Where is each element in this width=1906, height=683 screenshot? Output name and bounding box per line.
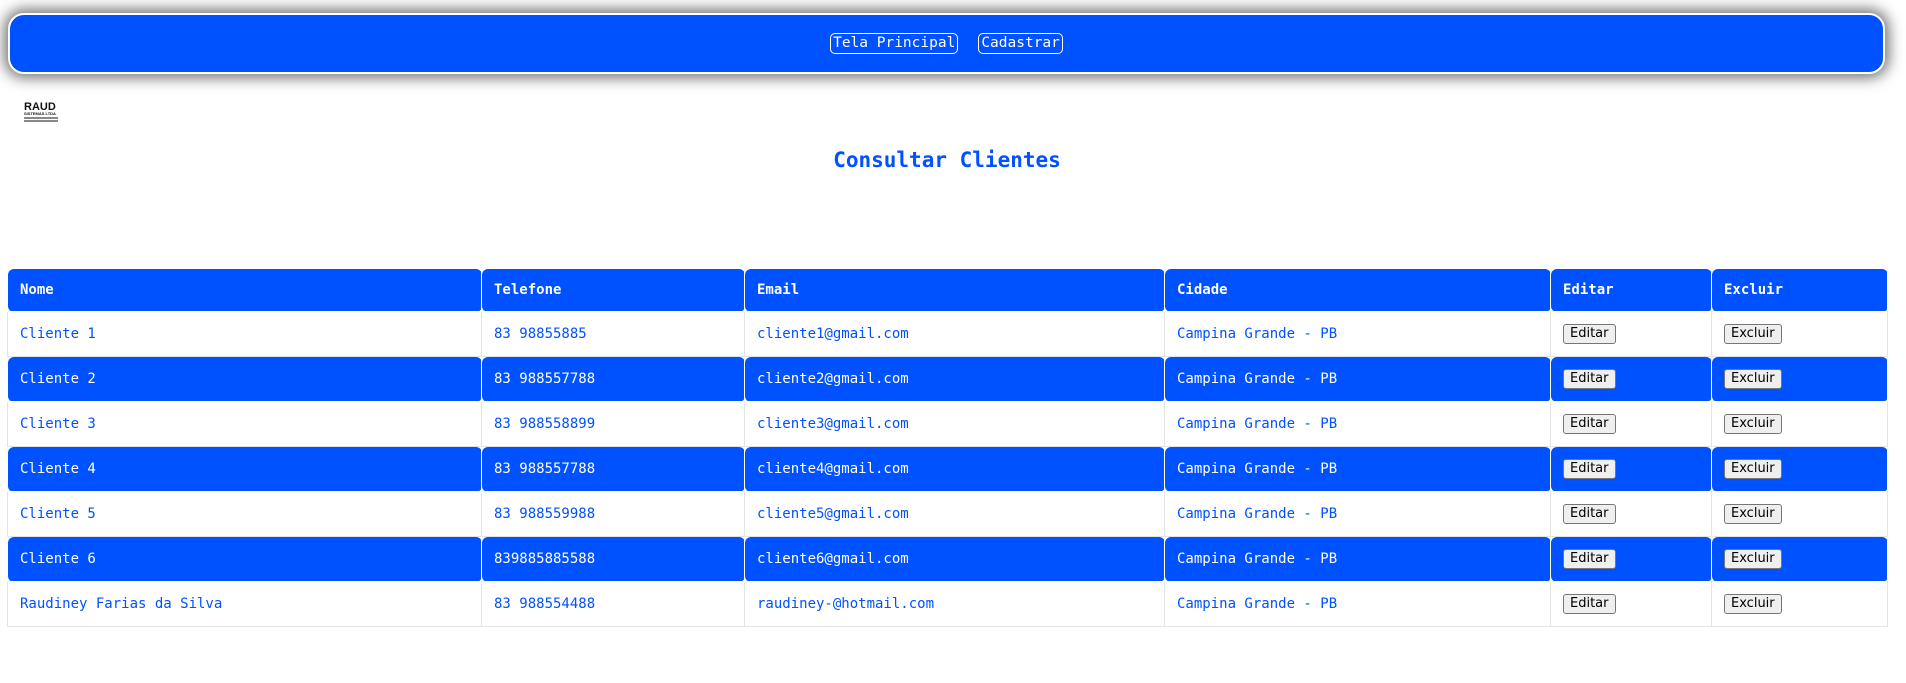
edit-button[interactable]: Editar [1563,459,1616,479]
cadastrar-button[interactable]: Cadastrar [978,33,1063,54]
table-row: Cliente 5 83 988559988 cliente5@gmail.co… [7,491,1888,537]
cell-excluir: Excluir [1711,401,1888,447]
table-row: Cliente 2 83 988557788 cliente2@gmail.co… [7,356,1888,402]
cell-excluir: Excluir [1711,536,1888,582]
cell-cidade: Campina Grande - PB [1164,536,1551,582]
header-cidade: Cidade [1164,268,1551,312]
cell-excluir: Excluir [1711,446,1888,492]
delete-button[interactable]: Excluir [1724,324,1782,344]
cell-editar: Editar [1550,311,1712,357]
delete-button[interactable]: Excluir [1724,414,1782,434]
table-row: Cliente 6 839885885588 cliente6@gmail.co… [7,536,1888,582]
cell-telefone: 83 98855885 [481,311,745,357]
cell-nome: Cliente 4 [7,446,482,492]
delete-button[interactable]: Excluir [1724,459,1782,479]
table-row: Cliente 1 83 98855885 cliente1@gmail.com… [7,311,1888,357]
cell-telefone: 83 988557788 [481,356,745,402]
company-logo: RAUD SISTEMAS LTDA [24,100,60,124]
delete-button[interactable]: Excluir [1724,594,1782,614]
cell-editar: Editar [1550,581,1712,627]
cell-email: cliente1@gmail.com [744,311,1165,357]
cell-excluir: Excluir [1711,356,1888,402]
cell-cidade: Campina Grande - PB [1164,446,1551,492]
cell-cidade: Campina Grande - PB [1164,401,1551,447]
cell-email: raudiney-@hotmail.com [744,581,1165,627]
cell-email: cliente3@gmail.com [744,401,1165,447]
cell-nome: Cliente 2 [7,356,482,402]
cell-editar: Editar [1550,446,1712,492]
cell-nome: Raudiney Farias da Silva [7,581,482,627]
delete-button[interactable]: Excluir [1724,504,1782,524]
top-navbar: Tela Principal Cadastrar [8,13,1885,74]
cell-excluir: Excluir [1711,581,1888,627]
edit-button[interactable]: Editar [1563,504,1616,524]
header-email: Email [744,268,1165,312]
cell-cidade: Campina Grande - PB [1164,581,1551,627]
table-row: Raudiney Farias da Silva 83 988554488 ra… [7,581,1888,627]
cell-nome: Cliente 1 [7,311,482,357]
cell-editar: Editar [1550,491,1712,537]
cell-email: cliente4@gmail.com [744,446,1165,492]
delete-button[interactable]: Excluir [1724,369,1782,389]
edit-button[interactable]: Editar [1563,369,1616,389]
cell-telefone: 83 988557788 [481,446,745,492]
cell-cidade: Campina Grande - PB [1164,356,1551,402]
clients-table: Nome Telefone Email Cidade Editar Exclui… [7,268,1888,627]
cell-nome: Cliente 3 [7,401,482,447]
tela-principal-button[interactable]: Tela Principal [830,33,959,54]
cell-editar: Editar [1550,536,1712,582]
table-row: Cliente 3 83 988558899 cliente3@gmail.co… [7,401,1888,447]
cell-nome: Cliente 6 [7,536,482,582]
cell-email: cliente5@gmail.com [744,491,1165,537]
edit-button[interactable]: Editar [1563,594,1616,614]
table-row: Cliente 4 83 988557788 cliente4@gmail.co… [7,446,1888,492]
header-nome: Nome [7,268,482,312]
page-title: Consultar Clientes [833,148,1061,172]
cell-telefone: 83 988559988 [481,491,745,537]
cell-telefone: 839885885588 [481,536,745,582]
edit-button[interactable]: Editar [1563,414,1616,434]
cell-telefone: 83 988554488 [481,581,745,627]
edit-button[interactable]: Editar [1563,549,1616,569]
header-telefone: Telefone [481,268,745,312]
cell-cidade: Campina Grande - PB [1164,311,1551,357]
raud-logo-icon: RAUD SISTEMAS LTDA [24,101,58,122]
delete-button[interactable]: Excluir [1724,549,1782,569]
edit-button[interactable]: Editar [1563,324,1616,344]
logo-subtext: SISTEMAS LTDA [24,111,56,116]
cell-email: cliente2@gmail.com [744,356,1165,402]
cell-excluir: Excluir [1711,311,1888,357]
cell-editar: Editar [1550,356,1712,402]
cell-telefone: 83 988558899 [481,401,745,447]
cell-editar: Editar [1550,401,1712,447]
cell-email: cliente6@gmail.com [744,536,1165,582]
cell-nome: Cliente 5 [7,491,482,537]
cell-cidade: Campina Grande - PB [1164,491,1551,537]
header-editar: Editar [1550,268,1712,312]
table-header-row: Nome Telefone Email Cidade Editar Exclui… [7,268,1888,312]
header-excluir: Excluir [1711,268,1888,312]
cell-excluir: Excluir [1711,491,1888,537]
